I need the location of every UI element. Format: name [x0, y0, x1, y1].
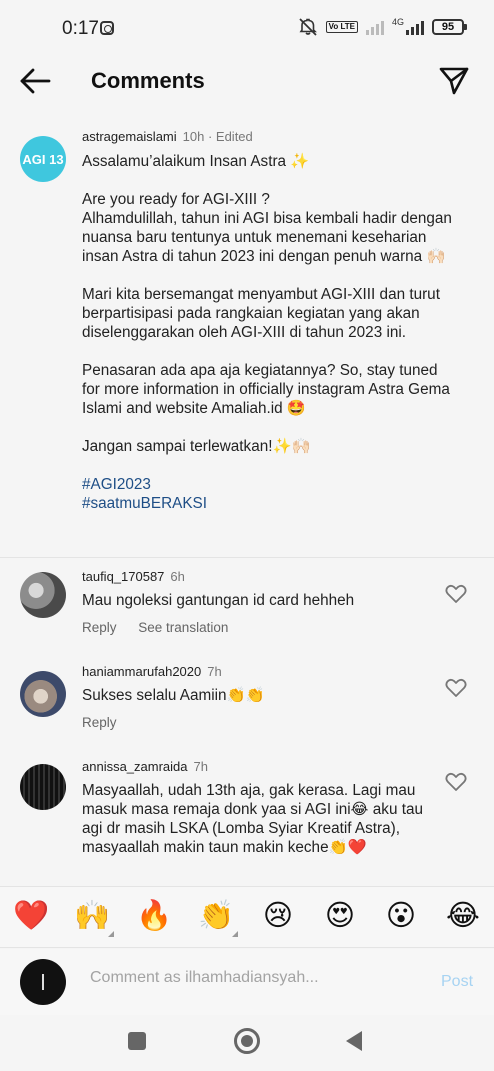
mute-icon: [298, 18, 317, 36]
comment-username[interactable]: haniammarufah2020: [82, 664, 201, 679]
hashtag-link[interactable]: #AGI2023: [82, 475, 454, 494]
avatar[interactable]: [20, 764, 66, 810]
comment-actions: Reply: [82, 715, 135, 730]
caption-paragraph: Alhamdulillah, tahun ini AGI bisa kembal…: [82, 210, 452, 265]
post-caption: AGI 13 astragemaislami 10h · Edited Assal…: [0, 125, 494, 557]
hashtag-link[interactable]: #saatmuBERAKSI: [82, 494, 454, 513]
heart-icon[interactable]: [445, 772, 467, 792]
emoji-fire-button[interactable]: 🔥: [134, 899, 174, 933]
avatar: [20, 959, 66, 1005]
emoji-reaction-bar: ❤️ 🙌 🔥 👏 😢 😍 😮 😂: [0, 886, 494, 948]
volte-badge: Vo LTE: [325, 21, 358, 33]
reply-button[interactable]: Reply: [82, 620, 117, 635]
caption-paragraph: Are you ready for AGI-XIII ?: [82, 191, 270, 208]
home-circle-icon[interactable]: [234, 1028, 260, 1054]
battery-icon: 95: [432, 19, 467, 35]
status-time: 0:17: [62, 18, 99, 39]
caption-paragraph: Jangan sampai terlewatkan!✨🙌🏻: [82, 438, 311, 455]
caption-text: Assalamu’alaikum Insan Astra ✨ Are you r…: [82, 152, 454, 513]
post-button[interactable]: Post: [441, 973, 473, 991]
instagram-notification-icon: [100, 21, 114, 35]
arrow-left-icon[interactable]: [18, 66, 52, 96]
comment-meta: annissa_zamraida 7h: [82, 759, 208, 774]
status-bar: 0:17 Vo LTE 4G 95: [0, 0, 494, 56]
comment-text: Mau ngoleksi gantungan id card hehheh: [82, 592, 355, 609]
caption-paragraph: Mari kita bersemangat menyambut AGI-XIII…: [82, 286, 440, 341]
comment-text: Masyaallah, udah 13th aja, gak kerasa. L…: [82, 782, 423, 856]
avatar[interactable]: AGI 13: [20, 136, 66, 182]
comment-meta: taufiq_170587 6h: [82, 569, 185, 584]
caption-username[interactable]: astragemaislami: [82, 129, 177, 144]
emoji-raised-hands-button[interactable]: 🙌: [72, 899, 114, 937]
heart-icon[interactable]: [445, 584, 467, 604]
caption-meta: astragemaislami 10h · Edited: [82, 129, 253, 144]
heart-icon[interactable]: [445, 678, 467, 698]
emoji-heart-eyes-button[interactable]: 😍: [320, 899, 360, 933]
back-triangle-icon[interactable]: [346, 1031, 362, 1051]
reply-button[interactable]: Reply: [82, 715, 117, 730]
comment-input[interactable]: [90, 969, 420, 987]
comment-meta: haniammarufah2020 7h: [82, 664, 222, 679]
divider: [0, 557, 494, 558]
emoji-crying-button[interactable]: 😢: [258, 899, 298, 933]
comment-username[interactable]: annissa_zamraida: [82, 759, 188, 774]
status-icons: Vo LTE 4G 95: [298, 17, 467, 36]
caption-paragraph: Penasaran ada apa aja kegiatannya? So, s…: [82, 362, 450, 417]
comment-time: 7h: [193, 759, 208, 774]
signal-icon: [365, 19, 384, 35]
see-translation-button[interactable]: See translation: [138, 620, 228, 635]
emoji-surprised-button[interactable]: 😮: [381, 899, 421, 933]
recents-square-icon[interactable]: [128, 1032, 146, 1050]
comment-time: 6h: [170, 569, 185, 584]
header: Comments: [0, 56, 494, 106]
avatar[interactable]: [20, 572, 66, 618]
caption-paragraph: Assalamu’alaikum Insan Astra ✨: [82, 153, 310, 170]
comment-username[interactable]: taufiq_170587: [82, 569, 164, 584]
comment-item: taufiq_170587 6h Mau ngoleksi gantungan i…: [0, 569, 494, 649]
avatar[interactable]: [20, 671, 66, 717]
comment-time: 7h: [207, 664, 222, 679]
comment-text: Sukses selalu Aamiin👏👏: [82, 687, 265, 704]
comment-item: annissa_zamraida 7h Masyaallah, udah 13th…: [0, 759, 494, 884]
caption-time: 10h · Edited: [182, 129, 253, 144]
comment-actions: Reply See translation: [82, 620, 246, 635]
signal-icon-2: [406, 19, 424, 35]
avatar-logo-text: AGI 13: [22, 151, 64, 167]
system-nav-bar: [0, 1015, 494, 1071]
comment-composer: Post: [0, 949, 494, 1015]
paper-plane-icon[interactable]: [438, 64, 470, 96]
page-title: Comments: [91, 68, 205, 93]
network-type: 4G: [391, 17, 404, 27]
emoji-heart-button[interactable]: ❤️: [11, 899, 51, 933]
emoji-laughing-button[interactable]: 😂: [443, 899, 483, 933]
comment-item: haniammarufah2020 7h Sukses selalu Aamiin…: [0, 664, 494, 740]
emoji-clap-button[interactable]: 👏: [196, 899, 238, 937]
